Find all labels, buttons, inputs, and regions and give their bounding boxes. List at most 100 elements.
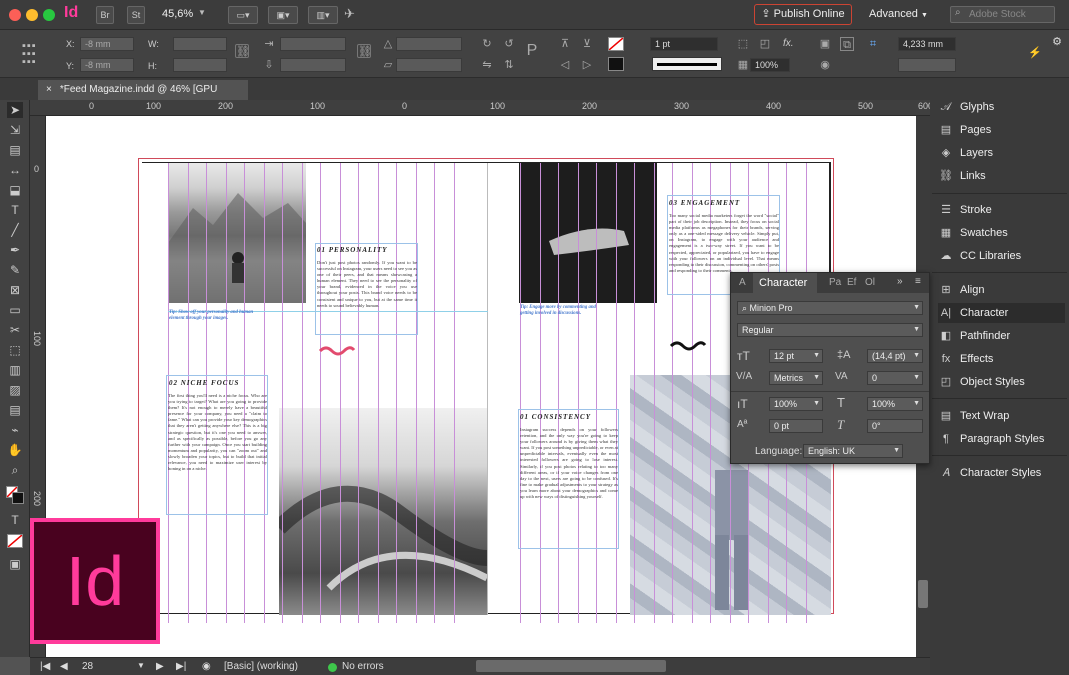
gap-tool-icon[interactable]: ↔ <box>7 162 23 178</box>
expand-panel-icon[interactable]: » <box>897 276 903 287</box>
eyedropper-tool-icon[interactable]: ⌁ <box>7 422 23 438</box>
panel-menu-icon[interactable]: ≡ <box>915 276 921 287</box>
scroll-thumb[interactable] <box>918 580 928 608</box>
gradient-tool-icon[interactable]: ▥ <box>7 362 23 378</box>
tracking-field[interactable]: 0 ▼ <box>867 371 923 385</box>
panel-character[interactable]: A| Character <box>938 303 1065 323</box>
panel-object-styles[interactable]: ◰ Object Styles <box>938 372 1025 392</box>
font-size-field[interactable]: 12 pt ▼ <box>769 349 823 363</box>
height-field[interactable] <box>173 58 227 72</box>
scale-x-field[interactable] <box>280 37 346 51</box>
center-content-icon[interactable]: ◉ <box>818 58 832 72</box>
screen-mode-icon[interactable]: ▣▾ <box>268 6 298 24</box>
first-page-icon[interactable]: |◀ <box>40 661 50 672</box>
tab-character[interactable]: Character <box>753 273 817 293</box>
vertical-scale-field[interactable]: 100% ▼ <box>769 397 823 411</box>
y-position-field[interactable]: -8 mm <box>80 58 134 72</box>
dimension-field[interactable]: 4,233 mm <box>898 37 956 51</box>
reference-point-icon[interactable]: ▪▪▪ ▪▪▪ ▪▪▪ <box>22 41 40 68</box>
bridge-button[interactable]: Br <box>96 6 114 24</box>
settings-gear-icon[interactable]: ⚙ <box>1050 35 1064 49</box>
apply-none-icon[interactable] <box>7 534 23 548</box>
document-tab[interactable]: ×*Feed Magazine.indd @ 46% [GPU Preview] <box>38 80 248 115</box>
preflight-profile[interactable]: [Basic] (working) <box>224 661 298 672</box>
constrain-proportions-icon[interactable]: ⛓ <box>235 44 250 58</box>
zoom-tool-icon[interactable]: ⌕ <box>7 462 23 478</box>
stroke-weight-field[interactable]: 1 pt <box>650 37 718 51</box>
gradient-feather-tool-icon[interactable]: ▨ <box>7 382 23 398</box>
panel-paragraph-styles[interactable]: ¶ Paragraph Styles <box>938 429 1044 449</box>
opacity-field[interactable]: 100% <box>750 58 790 72</box>
skew-field[interactable]: 0° <box>867 419 923 433</box>
open-page-icon[interactable]: ◉ <box>202 661 211 672</box>
fit-content-icon[interactable]: ▣ <box>818 37 832 51</box>
select-content-icon[interactable]: ⊻ <box>580 37 594 51</box>
flip-horizontal-icon[interactable]: ⇋ <box>480 58 494 72</box>
view-options-icon[interactable]: ▭▾ <box>228 6 258 24</box>
formatting-affects-text-icon[interactable]: T <box>7 512 23 528</box>
horizontal-scale-field[interactable]: 100% ▼ <box>867 397 923 411</box>
language-dropdown[interactable]: English: UK ▼ <box>803 444 903 458</box>
baseline-shift-field[interactable]: 0 pt <box>769 419 823 433</box>
gpu-performance-icon[interactable]: ✈ <box>344 6 355 22</box>
tab-paragraph[interactable]: Pa <box>829 277 841 288</box>
panel-glyphs[interactable]: 𝒜 Glyphs <box>938 97 994 117</box>
panel-stroke[interactable]: ☰ Stroke <box>938 200 992 220</box>
text-frame-field[interactable] <box>898 58 956 72</box>
zoom-window-button[interactable] <box>43 9 55 21</box>
shear-field[interactable] <box>396 58 462 72</box>
preflight-status-text[interactable]: No errors <box>342 661 384 672</box>
panel-align[interactable]: ⊞ Align <box>938 280 984 300</box>
quick-apply-icon[interactable]: ⚡ <box>1028 46 1042 60</box>
close-window-button[interactable] <box>9 9 21 21</box>
last-page-icon[interactable]: ▶| <box>176 661 186 672</box>
fill-none-swatch[interactable] <box>608 37 624 51</box>
rotate-cw-icon[interactable]: ↻ <box>480 37 494 51</box>
free-transform-tool-icon[interactable]: ⬚ <box>7 342 23 358</box>
zoom-level[interactable]: 45,6% <box>162 8 193 20</box>
left-caption[interactable]: Tip: Show off your personality and human… <box>169 310 264 322</box>
kerning-field[interactable]: Metrics ▼ <box>769 371 823 385</box>
horizontal-scroll-thumb[interactable] <box>476 660 666 672</box>
page-dropdown-icon[interactable]: ▼ <box>137 661 145 670</box>
leading-field[interactable]: (14,4 pt) ▼ <box>867 349 923 363</box>
corner-options-icon[interactable]: ⌗ <box>866 37 880 51</box>
rotate-ccw-icon[interactable]: ↺ <box>502 37 516 51</box>
line-tool-icon[interactable]: ╱ <box>7 222 23 238</box>
minimize-window-button[interactable] <box>26 9 38 21</box>
panel-character-styles[interactable]: 𝐴 Character Styles <box>938 463 1041 483</box>
flip-vertical-icon[interactable]: ⇅ <box>502 58 516 72</box>
page-number-field[interactable]: 28 <box>82 661 93 672</box>
consistency-body[interactable]: Instagram success depends on your follow… <box>520 427 618 547</box>
arrange-documents-icon[interactable]: ▥▾ <box>308 6 338 24</box>
zoom-dropdown-icon[interactable]: ▼ <box>198 8 206 17</box>
rectangle-tool-icon[interactable]: ▭ <box>7 302 23 318</box>
panel-text-wrap[interactable]: ▤ Text Wrap <box>938 406 1010 426</box>
panel-effects[interactable]: fx Effects <box>938 349 994 369</box>
workspace-switcher[interactable]: Advanced ▼ <box>869 8 928 20</box>
scissors-tool-icon[interactable]: ✂ <box>7 322 23 338</box>
content-collector-icon[interactable]: ⬓ <box>7 182 23 198</box>
tab-object-styles[interactable]: Ol <box>865 277 875 288</box>
select-previous-icon[interactable]: ◁ <box>558 58 572 72</box>
shadow-icon[interactable]: ◰ <box>758 37 772 51</box>
adobe-stock-search-input[interactable]: Adobe Stock <box>950 6 1055 23</box>
type-tool-icon[interactable]: T <box>7 202 23 218</box>
close-tab-icon[interactable]: × <box>46 84 52 95</box>
panel-swatches[interactable]: ▦ Swatches <box>938 223 1008 243</box>
stroke-swatch[interactable] <box>608 57 624 71</box>
road-photo[interactable] <box>279 408 487 615</box>
font-family-field[interactable]: ⌕ Minion Pro ▼ <box>737 301 923 315</box>
panel-pages[interactable]: ▤ Pages <box>938 120 991 140</box>
rectangle-frame-tool-icon[interactable]: ⊠ <box>7 282 23 298</box>
effects-fx-icon[interactable]: fx. <box>783 38 794 49</box>
tab-effects[interactable]: Ef <box>847 277 856 288</box>
pencil-tool-icon[interactable]: ✎ <box>7 262 23 278</box>
fit-frame-icon[interactable]: ⧉ <box>840 37 854 51</box>
frame-fitting-icon[interactable]: ⬚ <box>736 37 750 51</box>
panel-cc-libraries[interactable]: ☁ CC Libraries <box>938 246 1022 266</box>
stock-button[interactable]: St <box>127 6 145 24</box>
panel-pathfinder[interactable]: ◧ Pathfinder <box>938 326 1010 346</box>
pen-tool-icon[interactable]: ✒ <box>7 242 23 258</box>
hand-tool-icon[interactable]: ✋ <box>7 442 23 458</box>
